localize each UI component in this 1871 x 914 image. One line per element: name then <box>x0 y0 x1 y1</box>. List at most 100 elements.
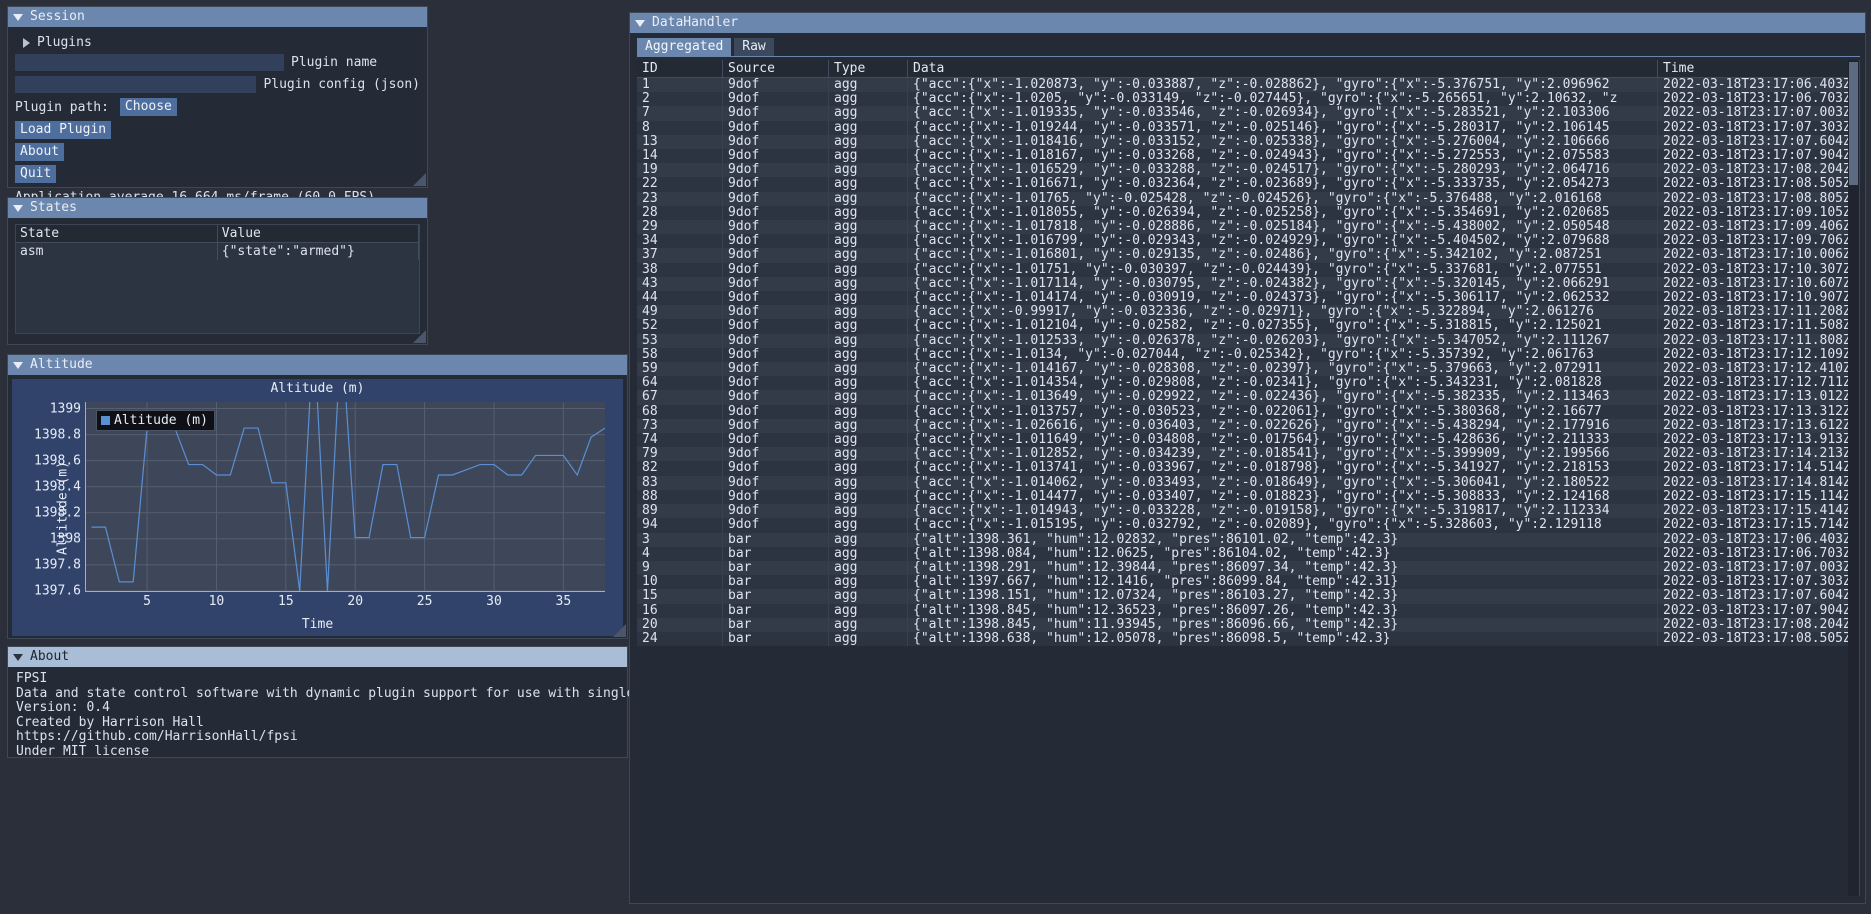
expand-triangle-icon[interactable] <box>23 37 30 48</box>
table-row[interactable]: 10 bar agg {"alt":1397.667, "hum":12.1416, … <box>637 575 1859 590</box>
dh-col-id[interactable]: ID <box>637 60 723 78</box>
tab-aggregated[interactable]: Aggregated <box>637 38 732 56</box>
datahandler-titlebar[interactable]: DataHandler <box>630 13 1865 33</box>
table-row[interactable]: 7 9dof agg {"acc":{"x":-1.019335, "y":-0.03… <box>637 106 1859 121</box>
table-row[interactable]: 16 bar agg {"alt":1398.845, "hum":12.36523,… <box>637 603 1859 618</box>
table-row[interactable]: 14 9dof agg {"acc":{"x":-1.018167, "y":-0.0… <box>637 149 1859 164</box>
dh-col-time[interactable]: Time <box>1657 60 1859 78</box>
collapse-triangle-icon[interactable] <box>13 654 23 661</box>
table-row[interactable]: 79 9dof agg {"acc":{"x":-1.012852, "y":-0.0… <box>637 447 1859 462</box>
table-row[interactable]: 13 9dof agg {"acc":{"x":-1.018416, "y":-0.0… <box>637 134 1859 150</box>
altitude-plot[interactable]: Altitude (m) Altitude (m) Time Altitude … <box>12 330 623 636</box>
table-row[interactable]: 38 9dof agg {"acc":{"x":-1.01751, "y":-0.03… <box>637 262 1859 277</box>
about-title: About <box>30 649 70 664</box>
plugin-config-input[interactable] <box>15 76 257 93</box>
plot-y-tick-label: 1398.8 <box>34 427 81 443</box>
dh-cell-type: agg <box>828 319 908 334</box>
dh-cell-id: 13 <box>637 134 723 150</box>
about-button[interactable]: About <box>15 143 65 161</box>
quit-button[interactable]: Quit <box>15 165 57 183</box>
table-row[interactable]: 73 9dof agg {"acc":{"x":-1.026616, "y":-0.0… <box>637 418 1859 434</box>
table-row[interactable]: 9 bar agg {"alt":1398.291, "hum":12.39844, … <box>637 560 1859 576</box>
about-line: FPSI <box>16 671 48 686</box>
table-row[interactable]: 49 9dof agg {"acc":{"x":-0.99917, "y":-0.03… <box>637 305 1859 320</box>
dh-cell-id: 22 <box>637 177 723 192</box>
table-row[interactable]: 28 9dof agg {"acc":{"x":-1.018055, "y":-0.0… <box>637 205 1859 221</box>
table-row[interactable]: 15 bar agg {"alt":1398.151, "hum":12.07324,… <box>637 589 1859 604</box>
table-row[interactable]: 68 9dof agg {"acc":{"x":-1.013757, "y":-0.0… <box>637 404 1859 419</box>
table-row[interactable]: 52 9dof agg {"acc":{"x":-1.012104, "y":-0.0… <box>637 319 1859 334</box>
plugins-tree-node[interactable]: Plugins <box>15 33 420 54</box>
altitude-titlebar[interactable]: Altitude <box>8 355 627 375</box>
plugin-name-input[interactable] <box>15 54 284 71</box>
dh-cell-time: 2022-03-18T23:17:10.006Z <box>1657 248 1859 263</box>
plugins-tree-label: Plugins <box>37 35 92 50</box>
plot-y-tick-label: 1397.6 <box>34 583 81 599</box>
session-resize-grip[interactable] <box>413 173 426 186</box>
table-row[interactable]: 67 9dof agg {"acc":{"x":-1.013649, "y":-0.0… <box>637 390 1859 405</box>
table-row[interactable]: 94 9dof agg {"acc":{"x":-1.015195, "y":-0.0… <box>637 518 1859 533</box>
datahandler-scroll-thumb[interactable] <box>1849 62 1858 185</box>
datahandler-scrollbar[interactable] <box>1848 60 1859 896</box>
table-row[interactable]: 2 9dof agg {"acc":{"x":-1.0205, "y":-0.0331… <box>637 92 1859 107</box>
table-row[interactable]: 4 bar agg {"alt":1398.084, "hum":12.0625, "… <box>637 546 1859 561</box>
altitude-resize-grip[interactable] <box>613 624 626 637</box>
table-row[interactable]: 53 9dof agg {"acc":{"x":-1.012533, "y":-0.0… <box>637 333 1859 348</box>
table-row[interactable]: 3 bar agg {"alt":1398.361, "hum":12.02832, … <box>637 532 1859 547</box>
table-row[interactable]: 20 bar agg {"alt":1398.845, "hum":11.93945,… <box>637 617 1859 632</box>
collapse-triangle-icon[interactable] <box>13 362 23 369</box>
about-titlebar[interactable]: About <box>8 647 627 667</box>
dh-cell-time: 2022-03-18T23:17:07.904Z <box>1657 149 1859 164</box>
table-row[interactable]: 59 9dof agg {"acc":{"x":-1.014167, "y":-0.0… <box>637 362 1859 377</box>
table-row[interactable]: 74 9dof agg {"acc":{"x":-1.011649, "y":-0.0… <box>637 433 1859 448</box>
dh-cell-time: 2022-03-18T23:17:10.607Z <box>1657 276 1859 292</box>
dh-cell-type: agg <box>828 489 908 505</box>
states-resize-grip[interactable] <box>413 330 426 343</box>
dh-col-source[interactable]: Source <box>722 60 829 78</box>
collapse-triangle-icon[interactable] <box>13 14 23 21</box>
dh-cell-data: {"acc":{"x":-1.018055, "y":-0.026394, "z… <box>907 205 1658 221</box>
dh-cell-source: 9dof <box>722 191 829 206</box>
dh-cell-id: 37 <box>637 248 723 263</box>
table-row[interactable]: 8 9dof agg {"acc":{"x":-1.019244, "y":-0.03… <box>637 120 1859 135</box>
table-row[interactable]: 23 9dof agg {"acc":{"x":-1.01765, "y":-0.02… <box>637 191 1859 206</box>
states-col-state[interactable]: State <box>16 225 218 243</box>
table-row[interactable]: 82 9dof agg {"acc":{"x":-1.013741, "y":-0.0… <box>637 461 1859 476</box>
table-row[interactable]: 19 9dof agg {"acc":{"x":-1.016529, "y":-0.0… <box>637 163 1859 178</box>
table-row[interactable]: 43 9dof agg {"acc":{"x":-1.017114, "y":-0.0… <box>637 276 1859 292</box>
dh-cell-source: 9dof <box>722 291 829 306</box>
dh-cell-source: bar <box>722 631 829 647</box>
session-titlebar[interactable]: Session <box>8 7 427 27</box>
dh-cell-data: {"alt":1398.845, "hum":12.36523, "pres":… <box>907 603 1658 618</box>
dh-cell-type: agg <box>828 433 908 448</box>
table-row[interactable]: 44 9dof agg {"acc":{"x":-1.014174, "y":-0.0… <box>637 291 1859 306</box>
collapse-triangle-icon[interactable] <box>635 20 645 27</box>
table-row[interactable]: 58 9dof agg {"acc":{"x":-1.0134, "y":-0.027… <box>637 347 1859 363</box>
table-row[interactable]: 34 9dof agg {"acc":{"x":-1.016799, "y":-0.0… <box>637 234 1859 249</box>
dh-cell-type: agg <box>828 248 908 263</box>
table-row[interactable]: asm {"state":"armed"} <box>16 242 419 260</box>
dh-cell-data: {"acc":{"x":-1.014477, "y":-0.033407, "z… <box>907 489 1658 505</box>
tab-raw[interactable]: Raw <box>734 38 774 56</box>
datahandler-rows: 1 9dof agg {"acc":{"x":-1.020873, "y":-0.03… <box>637 77 1859 647</box>
table-row[interactable]: 24 bar agg {"alt":1398.638, "hum":12.05078,… <box>637 631 1859 647</box>
table-row[interactable]: 64 9dof agg {"acc":{"x":-1.014354, "y":-0.0… <box>637 376 1859 391</box>
states-titlebar[interactable]: States <box>8 198 427 218</box>
plot-legend[interactable]: Altitude (m) <box>96 410 215 431</box>
table-row[interactable]: 37 9dof agg {"acc":{"x":-1.016801, "y":-0.0… <box>637 248 1859 263</box>
dh-col-data[interactable]: Data <box>907 60 1658 78</box>
table-row[interactable]: 22 9dof agg {"acc":{"x":-1.016671, "y":-0.0… <box>637 177 1859 192</box>
table-row[interactable]: 29 9dof agg {"acc":{"x":-1.017818, "y":-0.0… <box>637 220 1859 235</box>
table-row[interactable]: 88 9dof agg {"acc":{"x":-1.014477, "y":-0.0… <box>637 489 1859 505</box>
choose-button[interactable]: Choose <box>119 98 177 116</box>
states-col-value[interactable]: Value <box>217 225 419 243</box>
table-row[interactable]: 89 9dof agg {"acc":{"x":-1.014943, "y":-0.0… <box>637 504 1859 519</box>
plot-canvas[interactable]: Altitude (m) 1397.6 1397.8 1398 1398.2 1398.… <box>34 330 606 609</box>
table-row[interactable]: 1 9dof agg {"acc":{"x":-1.020873, "y":-0.03… <box>637 77 1859 93</box>
dh-cell-time: 2022-03-18T23:17:06.703Z <box>1657 546 1859 561</box>
load-plugin-button[interactable]: Load Plugin <box>15 121 112 139</box>
dh-col-type[interactable]: Type <box>828 60 908 78</box>
table-row[interactable]: 83 9dof agg {"acc":{"x":-1.014062, "y":-0.0… <box>637 475 1859 490</box>
dh-cell-time: 2022-03-18T23:17:09.105Z <box>1657 205 1859 221</box>
collapse-triangle-icon[interactable] <box>13 205 23 212</box>
